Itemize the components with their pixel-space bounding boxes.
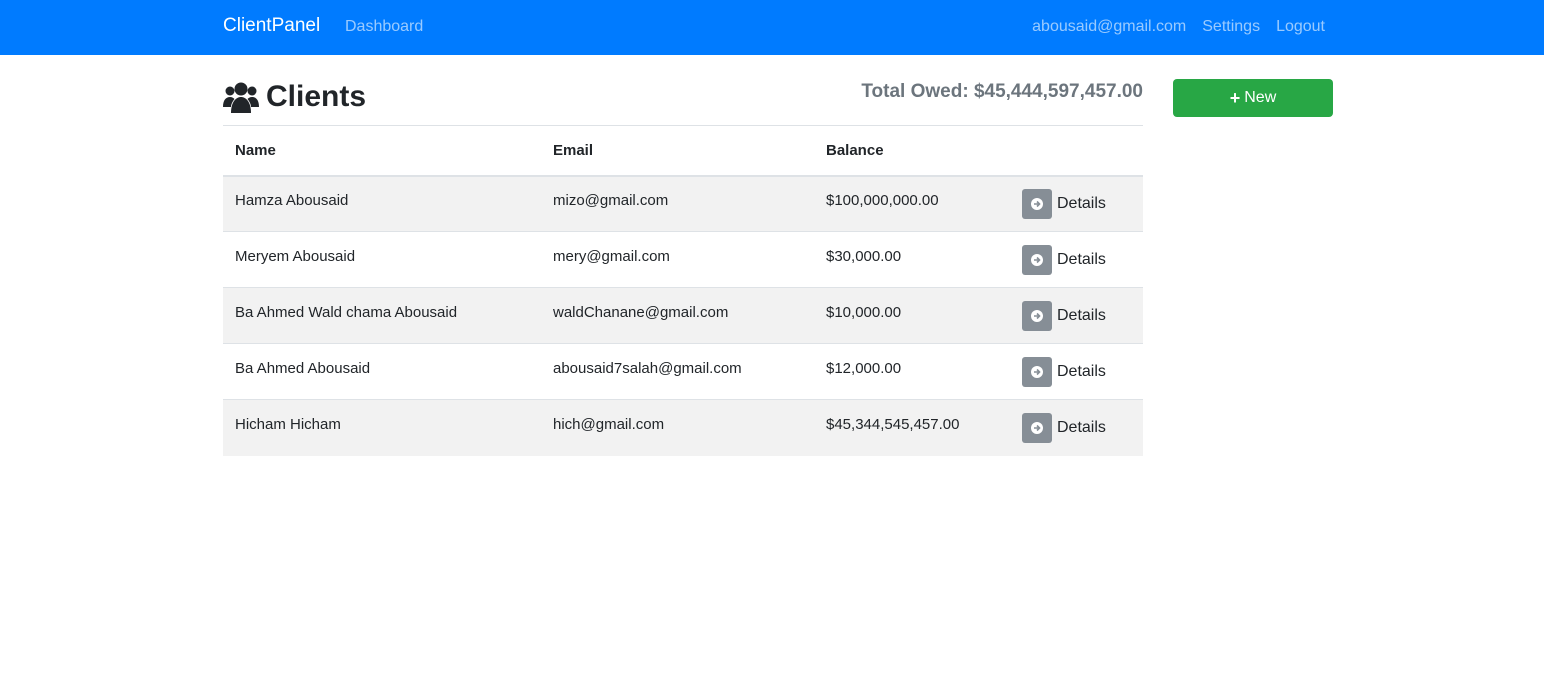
arrow-circle-right-icon	[1022, 244, 1052, 275]
arrow-circle-right-icon	[1022, 300, 1052, 331]
actions-cell: Details	[1010, 287, 1143, 344]
new-client-button[interactable]: + New	[1173, 79, 1333, 117]
page-heading: Clients	[223, 80, 366, 114]
actions-cell: Details	[1010, 231, 1143, 288]
details-label: Details	[1057, 306, 1106, 324]
nav-settings-link[interactable]: Settings	[1202, 18, 1260, 36]
client-balance: $100,000,000.00	[814, 175, 1010, 232]
details-label: Details	[1057, 418, 1106, 436]
client-email: mery@gmail.com	[541, 231, 814, 288]
table-row: Ba Ahmed Wald chama Abousaid waldChanane…	[223, 287, 1143, 344]
client-name: Ba Ahmed Abousaid	[223, 343, 541, 400]
arrow-circle-right-icon	[1022, 188, 1052, 219]
nav-logout-link[interactable]: Logout	[1276, 18, 1325, 36]
table-row: Meryem Abousaid mery@gmail.com $30,000.0…	[223, 231, 1143, 288]
clients-table-wrapper: Name Email Balance Hamza Abousaid mizo@g…	[223, 125, 1143, 456]
details-label: Details	[1057, 194, 1106, 212]
client-email: mizo@gmail.com	[541, 175, 814, 232]
header-actions	[1010, 125, 1143, 177]
details-button[interactable]: Details	[1022, 188, 1143, 219]
actions-cell: Details	[1010, 343, 1143, 400]
client-balance: $12,000.00	[814, 343, 1010, 400]
nav-dashboard-link[interactable]: Dashboard	[345, 18, 423, 36]
header-email: Email	[541, 125, 814, 177]
details-button[interactable]: Details	[1022, 300, 1143, 331]
table-row: Hamza Abousaid mizo@gmail.com $100,000,0…	[223, 175, 1143, 232]
details-button[interactable]: Details	[1022, 244, 1143, 275]
table-row: Hicham Hicham hich@gmail.com $45,344,545…	[223, 399, 1143, 456]
table-row: Ba Ahmed Abousaid abousaid7salah@gmail.c…	[223, 343, 1143, 400]
actions-cell: Details	[1010, 175, 1143, 232]
client-name: Hamza Abousaid	[223, 175, 541, 232]
details-button[interactable]: Details	[1022, 412, 1143, 443]
client-email: abousaid7salah@gmail.com	[541, 343, 814, 400]
client-name: Hicham Hicham	[223, 399, 541, 456]
navbar: ClientPanel Dashboard abousaid@gmail.com…	[0, 0, 1544, 55]
client-balance: $10,000.00	[814, 287, 1010, 344]
total-owed-label: Total Owed:	[861, 81, 969, 102]
client-email: hich@gmail.com	[541, 399, 814, 456]
clients-table: Name Email Balance Hamza Abousaid mizo@g…	[223, 125, 1143, 456]
nav-right-group: abousaid@gmail.com Settings Logout	[1032, 18, 1325, 36]
page-title: Clients	[266, 80, 367, 113]
client-name: Meryem Abousaid	[223, 231, 541, 288]
table-header-row: Name Email Balance	[223, 125, 1143, 177]
arrow-circle-right-icon	[1022, 412, 1052, 443]
details-button[interactable]: Details	[1022, 356, 1143, 387]
details-label: Details	[1057, 250, 1106, 268]
new-button-label: New	[1244, 89, 1277, 106]
users-icon	[223, 82, 259, 113]
total-owed: Total Owed: $45,444,597,457.00	[861, 81, 1143, 103]
client-balance: $45,344,545,457.00	[814, 399, 1010, 456]
client-balance: $30,000.00	[814, 231, 1010, 288]
header-balance: Balance	[814, 125, 1010, 177]
nav-user-email-link[interactable]: abousaid@gmail.com	[1032, 18, 1186, 36]
actions-cell: Details	[1010, 399, 1143, 456]
brand-link[interactable]: ClientPanel	[223, 15, 320, 37]
total-owed-amount: $45,444,597,457.00	[973, 81, 1143, 102]
details-label: Details	[1057, 362, 1106, 380]
plus-icon: +	[1229, 88, 1241, 108]
client-email: waldChanane@gmail.com	[541, 287, 814, 344]
arrow-circle-right-icon	[1022, 356, 1052, 387]
client-name: Ba Ahmed Wald chama Abousaid	[223, 287, 541, 344]
header-name: Name	[223, 125, 541, 177]
